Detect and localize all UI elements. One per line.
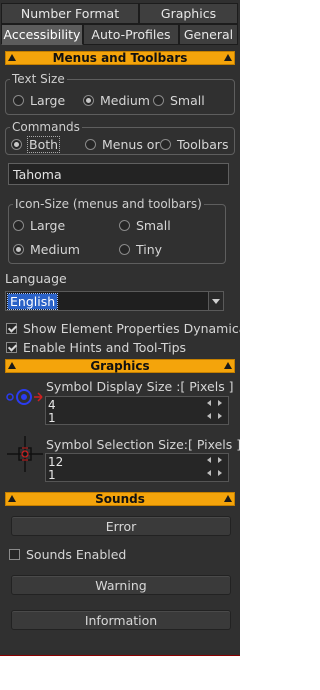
radio-selected-icon	[13, 244, 24, 255]
arrow-right-icon[interactable]	[218, 400, 222, 406]
radio-label: Small	[136, 218, 171, 233]
warning-sound-button[interactable]: Warning	[11, 575, 231, 595]
commands-toolbars-radio[interactable]: Toolbars	[160, 137, 229, 152]
arrow-right-icon[interactable]	[218, 470, 222, 476]
language-label: Language	[5, 271, 67, 286]
checkbox-label: Sounds Enabled	[26, 547, 127, 562]
sounds-enabled-checkbox[interactable]: Sounds Enabled	[9, 547, 126, 562]
arrow-left-icon[interactable]	[207, 457, 211, 463]
spinner-value: 12	[48, 455, 64, 469]
commands-title: Commands	[10, 120, 82, 134]
checkbox-checked-icon	[6, 323, 17, 334]
font-name-field[interactable]: Tahoma	[8, 163, 229, 185]
sounds-header[interactable]: Sounds	[5, 492, 235, 506]
checkbox-icon	[9, 549, 20, 560]
show-properties-checkbox[interactable]: Show Element Properties Dynamically	[6, 321, 240, 336]
radio-label: Toolbars	[177, 137, 229, 152]
arrow-right-icon[interactable]	[218, 413, 222, 419]
arrow-left-icon[interactable]	[207, 470, 211, 476]
divider	[0, 655, 240, 656]
tab-number-format[interactable]: Number Format	[1, 3, 139, 24]
radio-label: Large	[30, 218, 66, 233]
collapse-right-icon	[224, 54, 232, 61]
radio-icon	[153, 95, 164, 106]
graphics-title: Graphics	[90, 359, 150, 373]
checkbox-label: Show Element Properties Dynamically	[23, 321, 240, 336]
radio-icon	[13, 95, 24, 106]
arrow-left-icon[interactable]	[207, 413, 211, 419]
spinner-arrows[interactable]	[202, 397, 228, 424]
text-size-medium-radio[interactable]: Medium	[83, 93, 150, 108]
radio-label: Small	[170, 93, 205, 108]
information-sound-button[interactable]: Information	[11, 610, 231, 630]
tab-graphics[interactable]: Graphics	[139, 3, 238, 24]
commands-both-radio[interactable]: Both	[11, 136, 61, 153]
menus-toolbars-title: Menus and Toolbars	[52, 51, 188, 65]
icon-size-tiny-radio[interactable]: Tiny	[119, 242, 162, 257]
menus-toolbars-header[interactable]: Menus and Toolbars	[5, 51, 235, 65]
checkbox-label: Enable Hints and Tool-Tips	[23, 340, 187, 355]
spinner-value-secondary: 1	[48, 411, 56, 425]
graphics-header[interactable]: Graphics	[5, 359, 235, 373]
error-sound-button[interactable]: Error	[11, 516, 231, 536]
radio-icon	[160, 139, 171, 150]
tab-auto-profiles[interactable]: Auto-Profiles	[83, 24, 179, 45]
symbol-display-size-label: Symbol Display Size :[ Pixels ]	[46, 379, 234, 394]
text-size-large-radio[interactable]: Large	[13, 93, 65, 108]
enable-hints-checkbox[interactable]: Enable Hints and Tool-Tips	[6, 340, 186, 355]
symbol-display-icon	[6, 389, 43, 405]
radio-icon	[119, 244, 130, 255]
icon-size-medium-radio[interactable]: Medium	[13, 242, 80, 257]
language-select[interactable]: English	[5, 291, 224, 311]
symbol-selection-size-spinner[interactable]: 12 1	[45, 453, 229, 482]
radio-label: Large	[30, 93, 66, 108]
sounds-title: Sounds	[95, 492, 145, 506]
icon-size-large-radio[interactable]: Large	[13, 218, 65, 233]
collapse-right-icon	[224, 495, 232, 502]
radio-selected-icon	[83, 95, 94, 106]
checkbox-checked-icon	[6, 342, 17, 353]
accessibility-panel: Number Format Graphics Accessibility Aut…	[0, 0, 240, 655]
chevron-down-icon[interactable]	[208, 292, 223, 310]
radio-icon	[13, 220, 24, 231]
radio-selected-icon	[11, 139, 22, 150]
spinner-value-secondary: 1	[48, 468, 56, 482]
radio-icon	[85, 139, 96, 150]
radio-label: Menus or	[102, 137, 160, 152]
arrow-right-icon[interactable]	[218, 457, 222, 463]
commands-menus-radio[interactable]: Menus or	[85, 137, 160, 152]
collapse-left-icon	[8, 362, 16, 369]
language-selected-value: English	[6, 293, 59, 310]
collapse-right-icon	[224, 362, 232, 369]
radio-label: Tiny	[136, 242, 163, 257]
tab-accessibility[interactable]: Accessibility	[1, 24, 83, 45]
symbol-selection-size-label: Symbol Selection Size:[ Pixels ]	[46, 437, 240, 452]
symbol-display-size-spinner[interactable]: 4 1	[45, 396, 229, 425]
text-size-small-radio[interactable]: Small	[153, 93, 205, 108]
radio-label: Both	[26, 136, 61, 153]
collapse-left-icon	[8, 54, 16, 61]
icon-size-title: Icon-Size (menus and toolbars)	[13, 197, 204, 211]
spinner-value: 4	[48, 398, 56, 412]
collapse-left-icon	[8, 495, 16, 502]
radio-label: Medium	[30, 242, 80, 257]
symbol-selection-icon	[7, 436, 43, 472]
icon-size-small-radio[interactable]: Small	[119, 218, 171, 233]
tab-general[interactable]: General	[179, 24, 238, 45]
spinner-arrows[interactable]	[202, 454, 228, 481]
radio-icon	[119, 220, 130, 231]
arrow-left-icon[interactable]	[207, 400, 211, 406]
radio-label: Medium	[100, 93, 150, 108]
text-size-title: Text Size	[10, 72, 67, 86]
